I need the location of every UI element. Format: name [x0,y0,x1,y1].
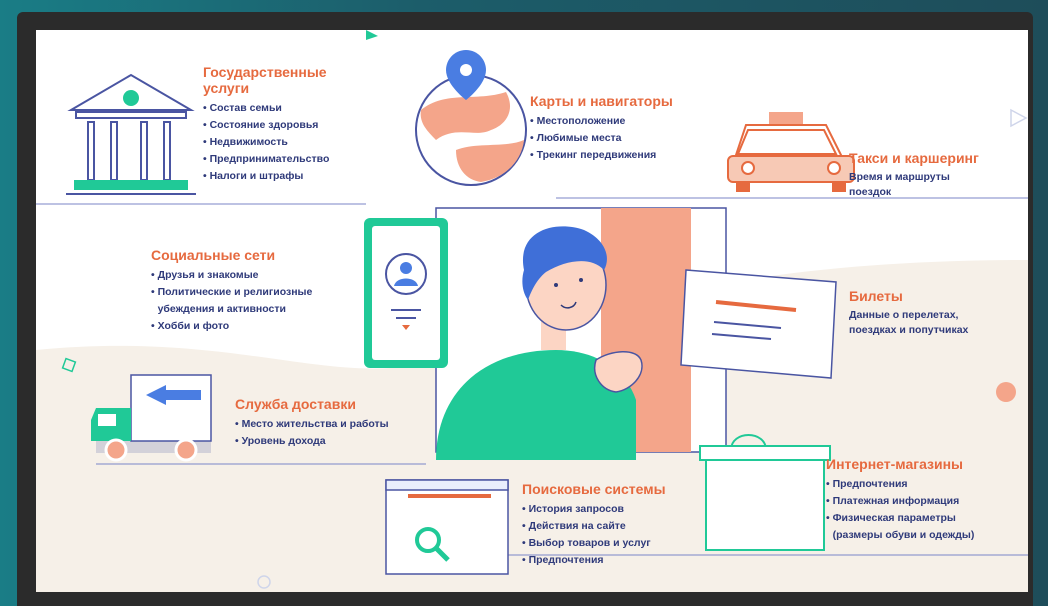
list-item: Физическая параметры [826,510,974,527]
tickets-desc: Данные о перелетах, [849,309,959,321]
list-item: Уровень дохода [235,433,389,450]
list-item: Предпочтения [826,476,974,493]
gov-services-block: Государственные услуги Состав семьи Сост… [203,64,329,185]
continuation-text: (размеры обуви и одежды) [832,529,975,541]
shops-block: Интернет-магазины Предпочтения Платежная… [826,456,974,544]
search-title: Поисковые системы [522,481,666,497]
taxi-title: Такси и каршеринг [849,150,979,166]
list-item: Платежная информация [826,493,974,510]
list-item: Недвижимость [203,134,329,151]
maps-title: Карты и навигаторы [530,93,673,109]
taxi-car-icon [727,112,855,192]
list-item: Выбор товаров и услуг [522,535,666,552]
list-item: Предпочтения [522,552,666,569]
decor-triangle [366,30,378,40]
taxi-desc: Время и маршруты [849,171,950,183]
infographic-canvas: Государственные услуги Состав семьи Сост… [36,30,1028,592]
list-item-continuation: • (размеры обуви и одежды) [826,527,975,544]
list-item: Налоги и штрафы [203,168,329,185]
search-block: Поисковые системы История запросов Дейст… [522,481,666,569]
government-building-icon [66,73,196,195]
list-item: Предпринимательство [203,151,330,168]
list-item: Действия на сайте [522,518,666,535]
tickets-desc: поездках и попутчиках [849,324,969,336]
shops-title: Интернет-магазины [826,456,964,472]
tickets-block: Билеты Данные о перелетах, поездках и по… [849,288,968,338]
list-item: Друзья и знакомые [151,267,312,284]
list-item: История запросов [522,501,666,518]
maps-block: Карты и навигаторы Местоположение Любимы… [530,93,673,164]
decor-circle [996,382,1016,402]
outer-frame: Государственные услуги Состав семьи Сост… [0,0,1048,606]
list-item: Хобби и фото [151,318,312,335]
title-line: Государственные [203,64,327,80]
list-item: Состояние здоровья [203,117,329,134]
delivery-block: Служба доставки Место жительства и работ… [235,396,389,450]
list-item: Состав семьи [203,100,329,117]
delivery-title: Служба доставки [235,396,356,412]
list-item-continuation: • убеждения и активности [151,301,312,318]
taxi-desc: поездок [849,186,892,198]
social-block: Социальные сети Друзья и знакомые Полити… [151,247,312,335]
tickets-title: Билеты [849,288,903,304]
map-globe-icon [415,50,527,186]
continuation-text: убеждения и активности [157,303,286,315]
shopping-bag-icon [699,434,831,551]
phone-icon [364,218,448,368]
list-item: Трекинг передвижения [530,147,673,164]
gov-services-title: Государственные услуги [203,64,329,96]
title-line: услуги [203,80,250,96]
taxi-block: Такси и каршеринг Время и маршруты поезд… [849,150,979,200]
decor-triangle [1010,108,1028,128]
search-browser-icon [385,479,509,575]
list-item: Любимые места [530,130,673,147]
list-item: Местоположение [530,113,673,130]
list-item: Место жительства и работы [235,416,389,433]
list-item: Политические и религиозные [151,284,313,301]
social-title: Социальные сети [151,247,276,263]
ticket-icon [680,269,837,379]
